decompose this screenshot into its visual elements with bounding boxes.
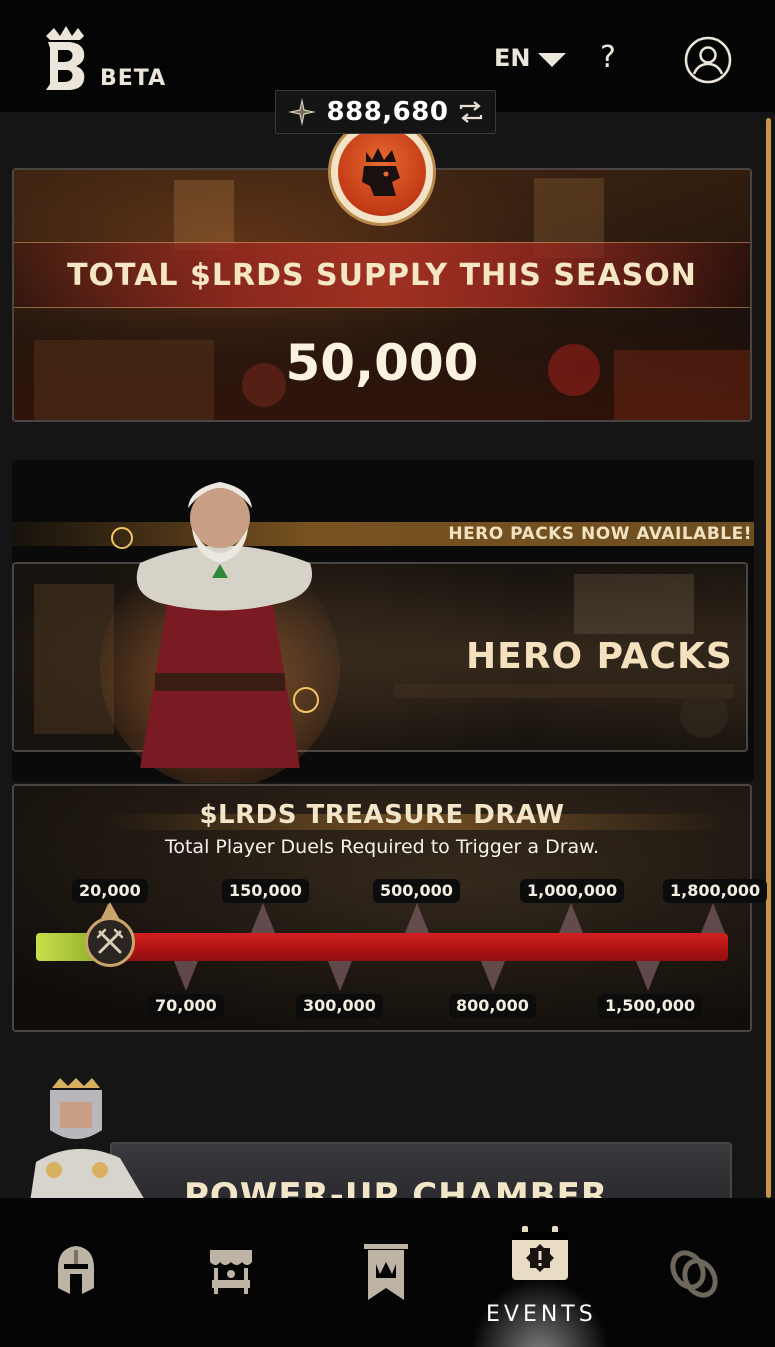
milestone-marker [328, 961, 352, 991]
milestone-marker [251, 903, 275, 933]
supply-amount: 50,000 [285, 334, 479, 392]
language-code: EN [494, 44, 531, 72]
milestone-label: 1,000,000 [520, 879, 625, 903]
milestone-label: 500,000 [373, 879, 460, 903]
supply-title: TOTAL $LRDS SUPPLY THIS SEASON [67, 258, 697, 293]
scrollbar[interactable] [766, 118, 771, 1198]
progress-knob [85, 917, 135, 967]
banner-crown-icon[interactable] [364, 1244, 408, 1302]
bottom-navigation [0, 1198, 775, 1347]
hero-packs-title: HERO PACKS [466, 636, 733, 677]
duels-progress-track [36, 933, 728, 961]
power-up-chamber-card[interactable]: POWER-UP CHAMBER [110, 1142, 732, 1202]
hero-packs-banner-text: HERO PACKS NOW AVAILABLE! [448, 524, 752, 544]
lion-crown-icon [362, 148, 400, 196]
milestone-label: 1,500,000 [598, 994, 703, 1018]
milestone-marker [405, 903, 429, 933]
chevron-down-icon [538, 53, 567, 67]
milestone-label: 800,000 [449, 994, 536, 1018]
treasure-draw-title: $LRDS TREASURE DRAW [199, 800, 565, 830]
milestone-marker [559, 903, 583, 933]
beta-label: BETA [100, 66, 167, 91]
milestone-label: 300,000 [296, 994, 383, 1018]
compass-star-icon [287, 98, 316, 126]
milestone-marker [636, 961, 660, 991]
santa-hero-icon [100, 482, 340, 783]
token-balance[interactable]: 888,680 [275, 90, 496, 134]
milestone-marker [701, 903, 725, 933]
swap-icon[interactable] [458, 101, 484, 123]
language-selector[interactable]: EN [494, 44, 567, 72]
milestone-label: 1,800,000 [663, 879, 768, 903]
tab-events-label[interactable]: EVENTS [486, 1302, 597, 1327]
balance-amount: 888,680 [326, 97, 449, 127]
milestone-label: 150,000 [222, 879, 309, 903]
helmet-icon[interactable] [56, 1244, 96, 1296]
milestone-label: 20,000 [72, 879, 148, 903]
milestone-marker [481, 961, 505, 991]
help-button[interactable]: ? [600, 40, 616, 75]
knight-hero-icon [30, 1078, 146, 1202]
lords-emblem [328, 118, 436, 226]
rings-icon[interactable] [670, 1248, 720, 1298]
profile-icon[interactable] [684, 36, 732, 84]
calendar-event-icon[interactable] [510, 1224, 570, 1282]
shop-stall-icon[interactable] [208, 1246, 254, 1296]
milestone-marker [174, 961, 198, 991]
milestone-label: 70,000 [148, 994, 224, 1018]
crossed-swords-icon [96, 928, 124, 954]
treasure-draw-subtitle: Total Player Duels Required to Trigger a… [164, 836, 600, 858]
brand-logo-icon[interactable] [40, 26, 90, 92]
